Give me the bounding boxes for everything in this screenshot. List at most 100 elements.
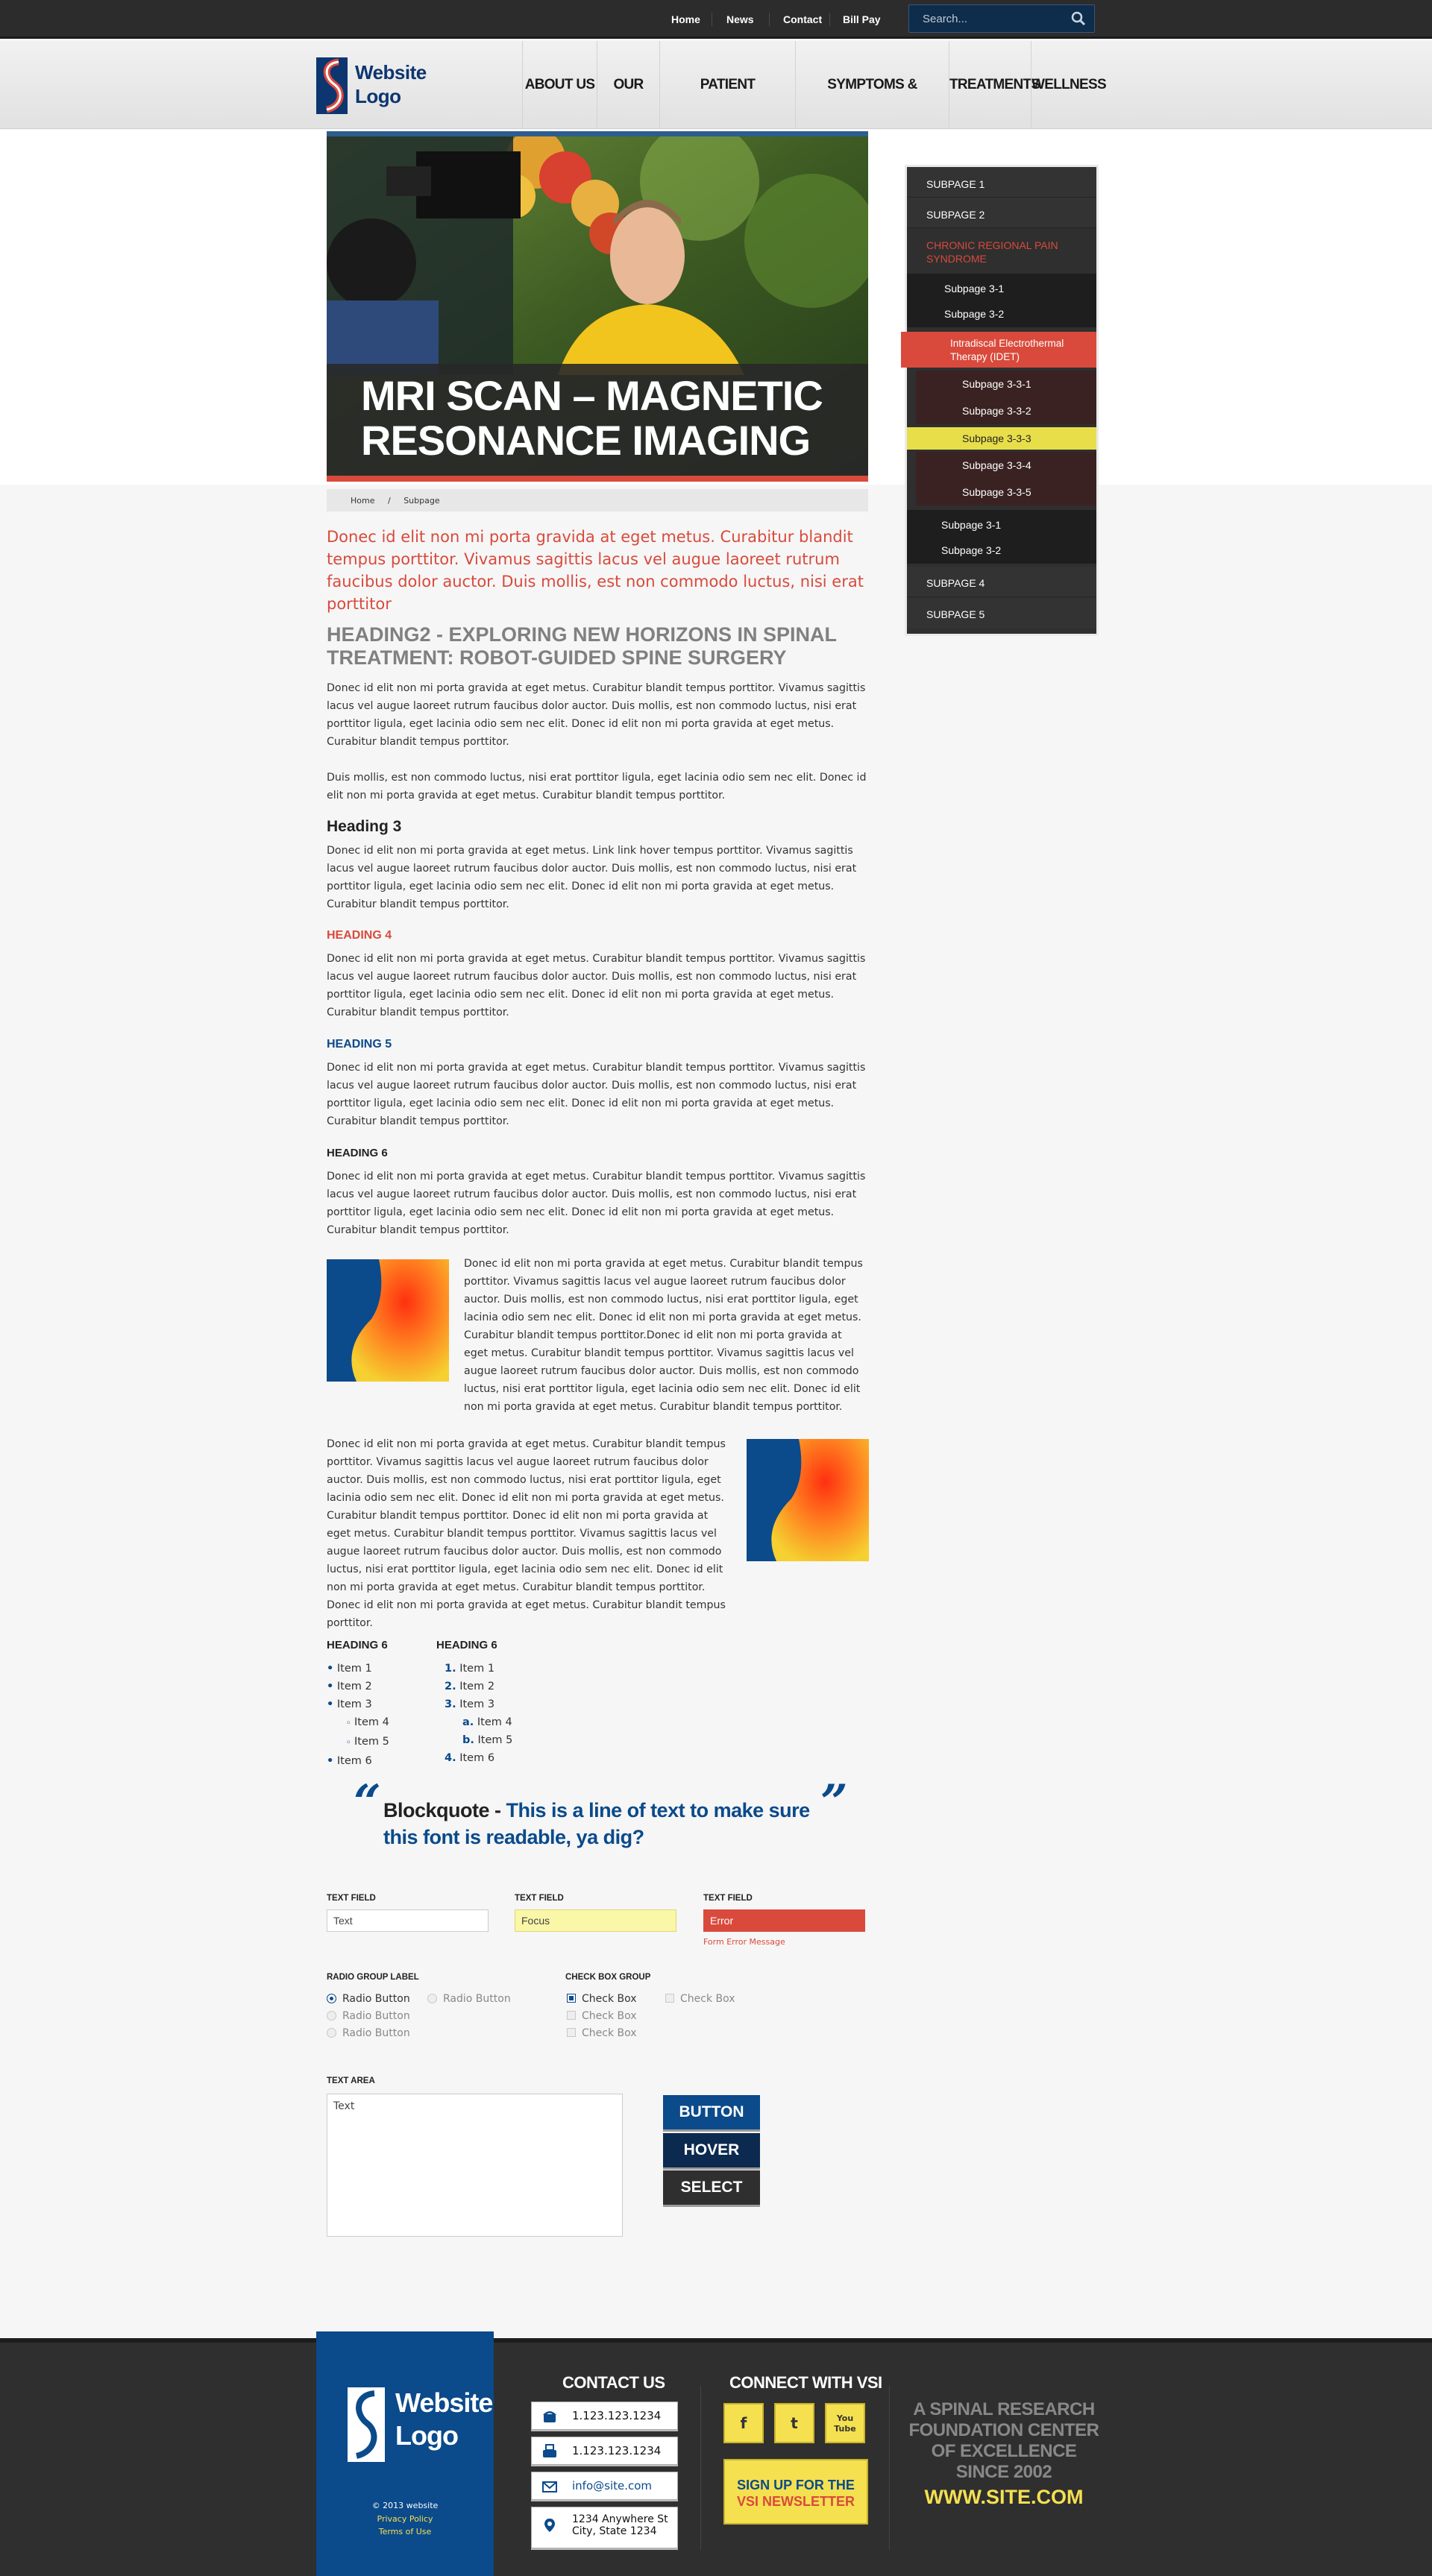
text-field-label: TEXT FIELD — [703, 1894, 753, 1903]
sidebar-item-subpage-3-2[interactable]: Subpage 3-2 — [907, 300, 1096, 327]
radio-button-selected[interactable]: Radio Button — [327, 1993, 410, 2005]
search-input[interactable] — [909, 5, 1066, 32]
site-logo[interactable]: Website Logo — [316, 57, 427, 114]
sidebar-item-subpage-4[interactable]: SUBPAGE 4 — [907, 567, 1096, 597]
radio-button[interactable]: Radio Button — [327, 2010, 410, 2022]
spine-image-right — [747, 1439, 869, 1561]
heading-6: HEADING 6 — [327, 1147, 388, 1159]
sidebar-item-idet[interactable]: Intradiscal Electrothermal Therapy (IDET… — [901, 332, 1096, 368]
nav-our-team[interactable]: OUR TEAM — [597, 41, 659, 180]
footer-logo-mark-icon — [348, 2387, 385, 2462]
email-box[interactable]: info@site.com — [531, 2472, 678, 2500]
checkbox-checked[interactable]: Check Box — [567, 1993, 637, 2005]
sidebar-item-subpage-3-3-4[interactable]: Subpage 3-3-4 — [916, 452, 1096, 479]
fax-box: 1.123.123.1234 — [531, 2437, 678, 2465]
paragraph-6: Donec id elit non mi porta gravida at eg… — [327, 1171, 866, 1236]
checkbox-group-label: CHECK BOX GROUP — [565, 1973, 651, 1982]
radio-icon — [327, 2011, 336, 2021]
twitter-icon[interactable]: t — [774, 2403, 814, 2443]
nav-about-us[interactable]: ABOUT US — [522, 41, 597, 129]
top-divider — [769, 13, 770, 26]
privacy-link[interactable]: Privacy Policy — [316, 2514, 494, 2524]
nav-wellness[interactable]: WELLNESS — [1031, 41, 1107, 129]
text-field-label: TEXT FIELD — [327, 1894, 376, 1903]
address-box: 1234 Anywhere St City, State 1234 — [531, 2507, 678, 2548]
terms-link[interactable]: Terms of Use — [316, 2527, 494, 2536]
footer-site-url[interactable]: WWW.SITE.COM — [907, 2486, 1101, 2509]
radio-icon — [327, 2028, 336, 2038]
text-area[interactable]: Text — [327, 2094, 623, 2237]
checkbox-icon — [665, 1994, 674, 2003]
sidebar-nav: SUBPAGE 1 SUBPAGE 2 CHRONIC REGIONAL PAI… — [901, 167, 1096, 634]
breadcrumb-current: Subpage — [403, 496, 440, 506]
top-divider — [829, 13, 830, 26]
hero-banner: MRI SCAN – MAGNETIC RESONANCE IMAGING — [327, 131, 868, 482]
sidebar-item-subpage-3-1[interactable]: Subpage 3-1 — [907, 274, 1096, 300]
paragraph-2: Duis mollis, est non commodo luctus, nis… — [327, 772, 867, 802]
list-item: a. Item 4 — [462, 1716, 512, 1728]
unordered-list: • Item 1 • Item 2 • Item 3 ◦ Item 4 ◦ It… — [327, 1660, 389, 1770]
logo-mark-icon — [316, 57, 348, 114]
nav-treatments[interactable]: TREATMENTS — [949, 41, 1040, 129]
paragraph-8: Donec id elit non mi porta gravida at eg… — [327, 1438, 726, 1629]
email-icon — [542, 2481, 557, 2492]
heading-5: HEADING 5 — [327, 1038, 392, 1051]
list-item: b. Item 5 — [462, 1734, 513, 1746]
checkbox[interactable]: Check Box — [567, 2010, 637, 2022]
youtube-icon[interactable]: You Tube — [825, 2403, 865, 2443]
sidebar-item-subpage-5[interactable]: SUBPAGE 5 — [907, 598, 1096, 629]
text-field-error[interactable] — [703, 1909, 865, 1932]
fax-icon — [543, 2444, 556, 2457]
top-link-home[interactable]: Home — [671, 13, 700, 25]
checkbox[interactable]: Check Box — [665, 1993, 735, 2005]
sidebar-item-subpage-3-3-2[interactable]: Subpage 3-3-2 — [916, 397, 1096, 424]
search-icon[interactable] — [1070, 10, 1087, 27]
nav-symptoms-conditions[interactable]: SYMPTOMS & CONDITIONS — [795, 41, 949, 180]
ordered-list: 1. Item 1 2. Item 2 3. Item 3 a. Item 4 … — [445, 1660, 512, 1767]
sidebar-item-subpage-1[interactable]: SUBPAGE 1 — [907, 167, 1096, 198]
paragraph-7-text: Donec id elit non mi porta gravida at eg… — [464, 1258, 863, 1413]
text-field-focus[interactable] — [515, 1909, 676, 1932]
ul-heading: HEADING 6 — [327, 1639, 388, 1651]
top-link-contact[interactable]: Contact — [783, 13, 822, 25]
facebook-icon[interactable]: f — [723, 2403, 764, 2443]
sidebar-item-subpage-3-3-5[interactable]: Subpage 3-3-5 — [916, 479, 1096, 506]
sidebar-item-subpage-2[interactable]: SUBPAGE 2 — [907, 198, 1096, 228]
nav-patient-resources[interactable]: PATIENT RESOURCES — [659, 41, 795, 180]
fax-number: 1.123.123.1234 — [572, 2444, 662, 2457]
radio-group-label: RADIO GROUP LABEL — [327, 1973, 419, 1982]
paragraph-4: Donec id elit non mi porta gravida at eg… — [327, 953, 866, 1018]
top-link-bill-pay[interactable]: Bill Pay — [843, 13, 881, 25]
phone-icon — [543, 2411, 556, 2422]
hero-title: MRI SCAN – MAGNETIC RESONANCE IMAGING — [361, 372, 823, 464]
primary-button[interactable]: BUTTON — [663, 2095, 760, 2129]
radio-button[interactable]: Radio Button — [427, 1993, 511, 2005]
list-item: 4. Item 6 — [445, 1752, 495, 1764]
quote-open-icon: “ — [354, 1774, 381, 1830]
paragraph-5: Donec id elit non mi porta gravida at eg… — [327, 1062, 866, 1127]
address: 1234 Anywhere St City, State 1234 — [572, 2513, 668, 2537]
text-field[interactable] — [327, 1909, 489, 1932]
top-link-news[interactable]: News — [726, 13, 754, 25]
radio-selected-icon — [327, 1994, 336, 2003]
sidebar-item-subpage-3-1b[interactable]: Subpage 3-1 — [907, 510, 1096, 537]
heading-3: Heading 3 — [327, 818, 402, 835]
list-item: 2. Item 2 — [445, 1681, 495, 1692]
sidebar-item-subpage-3-3-1[interactable]: Subpage 3-3-1 — [916, 371, 1096, 397]
list-item: 3. Item 3 — [445, 1698, 495, 1710]
select-button[interactable]: SELECT — [663, 2170, 760, 2205]
footer-divider — [700, 2386, 701, 2550]
breadcrumb-home[interactable]: Home — [351, 496, 374, 506]
list-item: 1. Item 1 — [445, 1663, 495, 1675]
newsletter-signup-button[interactable]: SIGN UP FOR THE VSI NEWSLETTER — [723, 2459, 868, 2525]
checkbox[interactable]: Check Box — [567, 2027, 637, 2039]
contact-heading: CONTACT US — [562, 2373, 665, 2392]
checkbox-checked-icon — [567, 1994, 576, 2003]
hover-button[interactable]: HOVER — [663, 2133, 760, 2167]
radio-button[interactable]: Radio Button — [327, 2027, 410, 2039]
heading-4: HEADING 4 — [327, 929, 392, 942]
email-address[interactable]: info@site.com — [572, 2479, 652, 2492]
sidebar-item-subpage-3-3-3[interactable]: Subpage 3-3-3 — [907, 427, 1096, 450]
sidebar-item-subpage-3-2b[interactable]: Subpage 3-2 — [907, 537, 1096, 564]
sidebar-item-chronic-regional-pain[interactable]: CHRONIC REGIONAL PAIN SYNDROME — [907, 228, 1096, 274]
